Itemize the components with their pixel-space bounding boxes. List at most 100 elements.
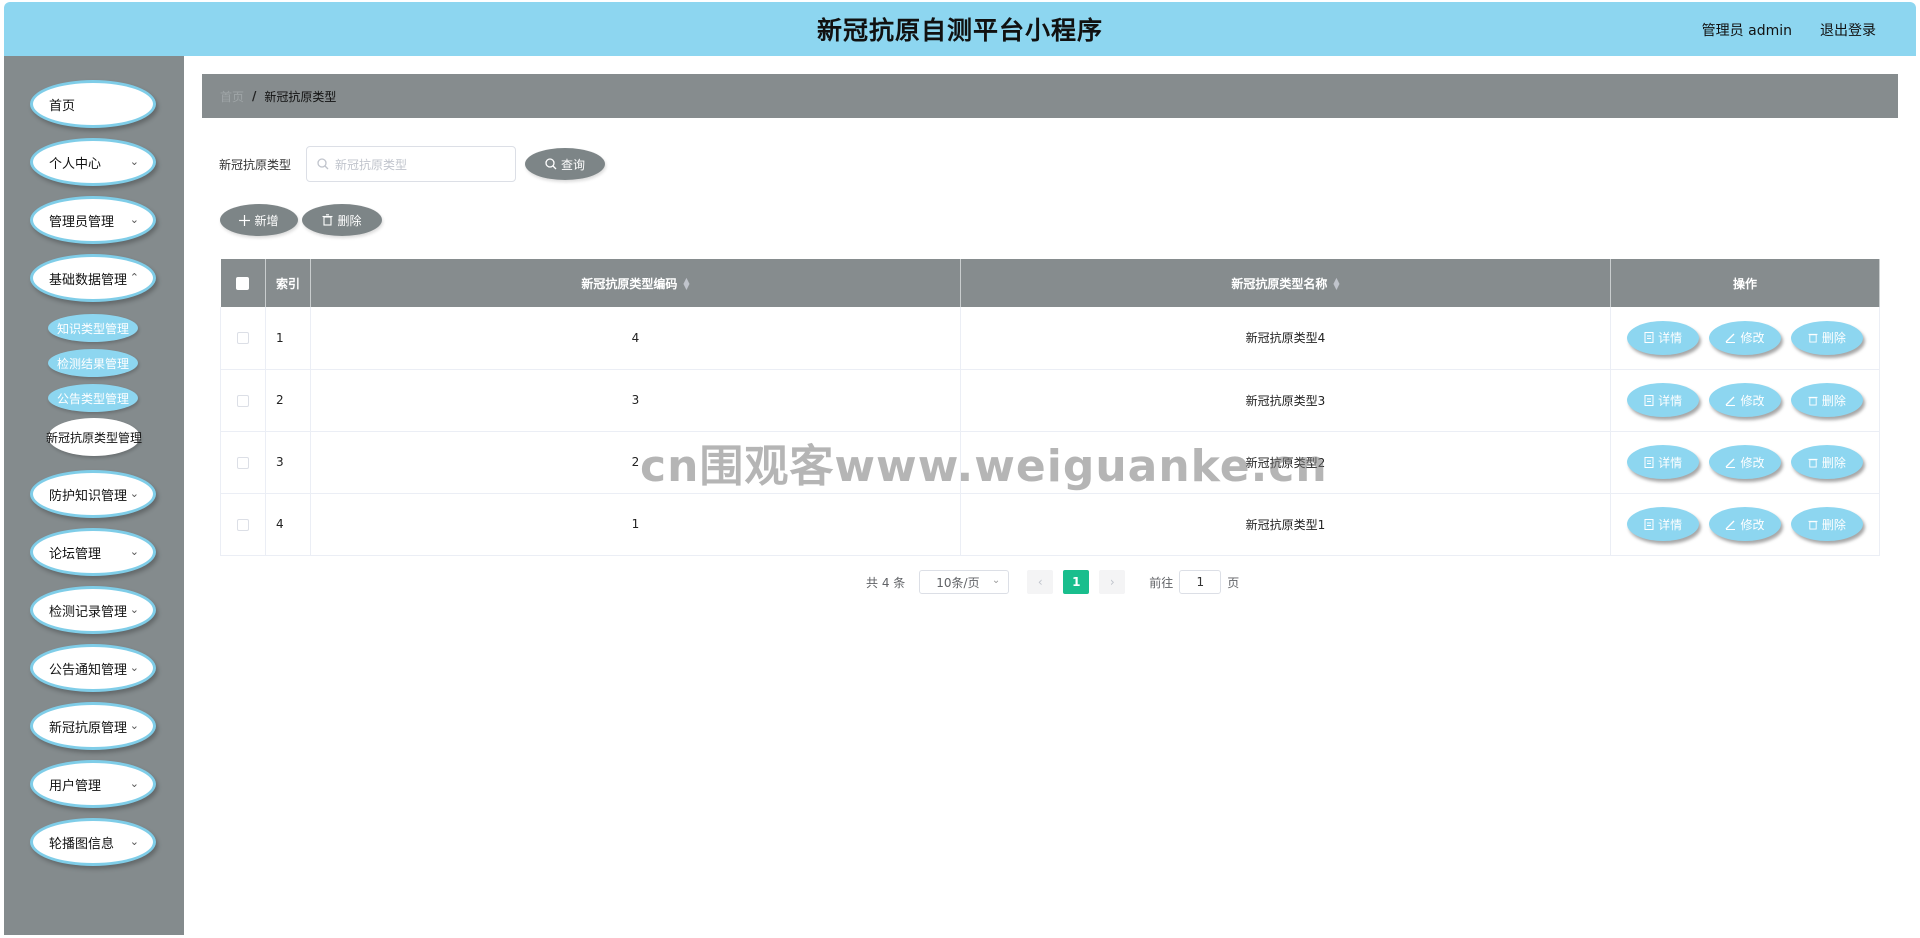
sidebar: 首页 个人中心 ⌄ 管理员管理 ⌄ 基础数据管理 ⌃ 知识类型管理 检测结果管理…: [4, 56, 184, 935]
row-checkbox[interactable]: [237, 394, 249, 407]
table-row: 3 2 新冠抗原类型2 详情 修改 删除: [220, 431, 1880, 494]
row-delete-button[interactable]: 删除: [1790, 383, 1863, 417]
document-icon: [1644, 518, 1654, 530]
search-button[interactable]: 查询: [525, 148, 605, 180]
pagination-total: 共 4 条: [866, 575, 906, 590]
row-ops: 详情 修改 删除: [1610, 369, 1880, 432]
header-code[interactable]: 新冠抗原类型编码 ▲ ▼: [310, 259, 961, 307]
chevron-down-icon: ⌄: [129, 603, 139, 616]
document-icon: [1644, 394, 1654, 406]
goto-suffix: 页: [1227, 575, 1240, 590]
sort-icon[interactable]: ▲ ▼: [1333, 277, 1339, 291]
edit-button[interactable]: 修改: [1709, 383, 1781, 417]
sidebar-item-label: 个人中心: [49, 156, 102, 172]
detail-button[interactable]: 详情: [1627, 445, 1700, 479]
sidebar-item-base-data[interactable]: 基础数据管理 ⌃: [30, 254, 156, 302]
search-input[interactable]: 新冠抗原类型: [306, 146, 516, 182]
sidebar-subitem-notice-type[interactable]: 公告类型管理: [48, 384, 138, 412]
sidebar-item-test-record[interactable]: 检测记录管理 ⌄: [30, 586, 156, 634]
sidebar-subitem-label: 知识类型管理: [56, 321, 129, 336]
header-ops: 操作: [1610, 259, 1880, 307]
pencil-icon: [1726, 520, 1736, 530]
row-select-cell: [220, 493, 266, 556]
breadcrumb: 首页 / 新冠抗原类型: [202, 74, 1898, 118]
logout-link[interactable]: 退出登录: [1820, 20, 1876, 40]
sidebar-subitem-antigen-type[interactable]: 新冠抗原类型管理: [46, 418, 143, 456]
delete-button-label: 删除: [337, 213, 362, 228]
main-content: 首页 / 新冠抗原类型 新冠抗原类型 新冠抗原类型 查询 新增 删除 索引 新冠…: [184, 56, 1916, 935]
breadcrumb-home[interactable]: 首页: [220, 88, 244, 105]
page-number-current[interactable]: 1: [1063, 570, 1090, 594]
row-delete-button[interactable]: 删除: [1790, 320, 1863, 355]
antigen-type-table: 索引 新冠抗原类型编码 ▲ ▼ 新冠抗原类型名称 ▲ ▼ 操作 1 4 新冠抗原类型4 …: [220, 259, 1880, 556]
row-checkbox[interactable]: [237, 456, 249, 469]
prev-page-button[interactable]: ‹: [1027, 570, 1054, 594]
sidebar-subitem-label: 新冠抗原类型管理: [46, 430, 143, 445]
sidebar-subitem-label: 检测结果管理: [56, 356, 129, 371]
row-index: 1: [265, 307, 311, 370]
edit-button[interactable]: 修改: [1709, 320, 1781, 355]
chevron-down-icon: ⌄: [129, 545, 139, 558]
sidebar-subitem-label: 公告类型管理: [56, 391, 129, 406]
table-row: 1 4 新冠抗原类型4 详情 修改 删除: [220, 307, 1880, 370]
sidebar-item-label: 轮播图信息: [49, 836, 115, 852]
detail-button[interactable]: 详情: [1627, 507, 1700, 541]
pencil-icon: [1726, 458, 1736, 468]
row-ops: 详情 修改 删除: [1610, 493, 1880, 556]
chevron-right-icon: ›: [1109, 575, 1115, 589]
row-delete-button[interactable]: 删除: [1790, 507, 1863, 541]
page-size-select[interactable]: 10条/页 ⌄: [919, 570, 1010, 594]
sidebar-item-label: 首页: [49, 98, 76, 114]
row-code: 2: [310, 431, 961, 494]
select-all-checkbox[interactable]: [236, 277, 250, 290]
sidebar-item-carousel[interactable]: 轮播图信息 ⌄: [30, 818, 156, 866]
add-button[interactable]: 新增: [220, 204, 298, 236]
delete-button[interactable]: 删除: [302, 204, 382, 236]
row-delete-button-label: 删除: [1821, 331, 1846, 346]
sidebar-item-admin[interactable]: 管理员管理 ⌄: [30, 196, 156, 244]
edit-button[interactable]: 修改: [1709, 445, 1781, 479]
row-name: 新冠抗原类型4: [960, 307, 1611, 370]
edit-button[interactable]: 修改: [1709, 507, 1781, 541]
chevron-down-icon: ⌄: [129, 213, 139, 226]
sidebar-item-home[interactable]: 首页: [30, 80, 156, 128]
edit-button-label: 修改: [1740, 517, 1765, 532]
row-name: 新冠抗原类型2: [960, 431, 1611, 494]
row-checkbox[interactable]: [237, 332, 249, 345]
sidebar-item-profile[interactable]: 个人中心 ⌄: [30, 138, 156, 186]
sidebar-subitem-knowledge-type[interactable]: 知识类型管理: [48, 314, 138, 342]
detail-button[interactable]: 详情: [1627, 320, 1700, 355]
search-placeholder: 新冠抗原类型: [335, 157, 408, 172]
row-ops: 详情 修改 删除: [1610, 431, 1880, 494]
chevron-down-icon: ⌄: [129, 487, 139, 500]
trash-icon: [1808, 396, 1818, 405]
sidebar-item-forum[interactable]: 论坛管理 ⌄: [30, 528, 156, 576]
sidebar-item-label: 用户管理: [49, 778, 102, 794]
sidebar-subitem-result[interactable]: 检测结果管理: [48, 349, 138, 377]
row-checkbox[interactable]: [237, 518, 249, 531]
document-icon: [1644, 456, 1654, 468]
sidebar-item-label: 新冠抗原管理: [49, 720, 128, 736]
trash-icon: [1808, 334, 1818, 343]
top-header: 新冠抗原自测平台小程序 管理员 admin 退出登录: [4, 2, 1916, 56]
row-delete-button[interactable]: 删除: [1790, 445, 1863, 479]
row-select-cell: [220, 307, 266, 370]
detail-button[interactable]: 详情: [1627, 383, 1700, 417]
row-select-cell: [220, 431, 266, 494]
detail-button-label: 详情: [1658, 331, 1683, 346]
sort-icon[interactable]: ▲ ▼: [683, 277, 689, 291]
next-page-button[interactable]: ›: [1099, 570, 1126, 594]
header-index: 索引: [265, 259, 311, 307]
breadcrumb-current: 新冠抗原类型: [264, 89, 337, 104]
sidebar-item-label: 公告通知管理: [49, 662, 128, 678]
header-name[interactable]: 新冠抗原类型名称 ▲ ▼: [960, 259, 1611, 307]
row-ops: 详情 修改 删除: [1610, 307, 1880, 370]
sidebar-item-users[interactable]: 用户管理 ⌄: [30, 760, 156, 808]
select-all-header[interactable]: [220, 259, 266, 307]
search-icon: [545, 158, 557, 170]
goto-page-input[interactable]: 1: [1179, 570, 1222, 594]
sidebar-item-protection[interactable]: 防护知识管理 ⌄: [30, 470, 156, 518]
sidebar-item-notice[interactable]: 公告通知管理 ⌄: [30, 644, 156, 692]
edit-button-label: 修改: [1740, 331, 1765, 346]
sidebar-item-antigen[interactable]: 新冠抗原管理 ⌄: [30, 702, 156, 750]
